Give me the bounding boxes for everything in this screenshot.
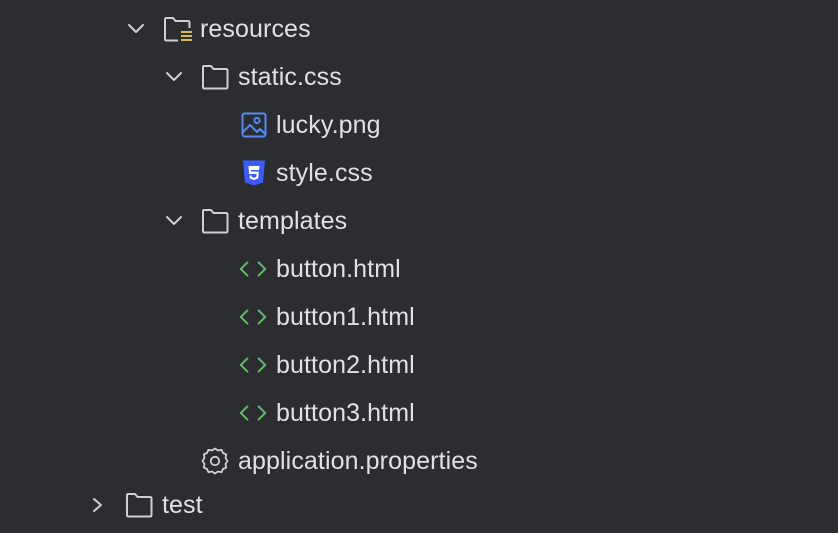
- tree-node-label: style.css: [276, 159, 373, 187]
- tree-node-label: test: [162, 491, 203, 519]
- tree-node-button2-html[interactable]: button2.html: [0, 341, 838, 389]
- tree-node-button-html[interactable]: button.html: [0, 245, 838, 293]
- tree-node-application-properties[interactable]: application.properties: [0, 437, 838, 485]
- folder-icon: [202, 209, 229, 234]
- project-tree: resources static.css lucky.png style.css: [0, 0, 838, 519]
- tree-node-label: resources: [200, 15, 311, 43]
- tree-node-label: button1.html: [276, 303, 415, 331]
- settings-file-icon: [201, 447, 229, 475]
- tree-node-label: button3.html: [276, 399, 415, 427]
- resources-folder-icon: [164, 17, 192, 42]
- css-file-icon: [243, 160, 265, 186]
- html-file-icon: [239, 405, 267, 421]
- folder-icon: [202, 65, 229, 90]
- tree-node-label: button.html: [276, 255, 401, 283]
- html-file-icon: [239, 261, 267, 277]
- chevron-down-icon[interactable]: [165, 69, 183, 85]
- html-file-icon: [239, 309, 267, 325]
- tree-node-static-css[interactable]: static.css: [0, 53, 838, 101]
- tree-node-resources[interactable]: resources: [0, 5, 838, 53]
- html-file-icon: [239, 357, 267, 373]
- chevron-right-icon[interactable]: [89, 497, 107, 513]
- tree-node-button1-html[interactable]: button1.html: [0, 293, 838, 341]
- tree-node-label: static.css: [238, 63, 342, 91]
- folder-icon: [126, 493, 153, 518]
- tree-node-label: lucky.png: [276, 111, 381, 139]
- tree-node-label: application.properties: [238, 447, 478, 475]
- tree-node-partial[interactable]: test: [0, 485, 838, 533]
- chevron-down-icon[interactable]: [127, 21, 145, 37]
- tree-node-label: button2.html: [276, 351, 415, 379]
- chevron-down-icon[interactable]: [165, 213, 183, 229]
- tree-node-lucky-png[interactable]: lucky.png: [0, 101, 838, 149]
- tree-node-label: templates: [238, 207, 348, 235]
- tree-node-templates[interactable]: templates: [0, 197, 838, 245]
- image-file-icon: [241, 112, 267, 138]
- tree-node-style-css[interactable]: style.css: [0, 149, 838, 197]
- tree-node-button3-html[interactable]: button3.html: [0, 389, 838, 437]
